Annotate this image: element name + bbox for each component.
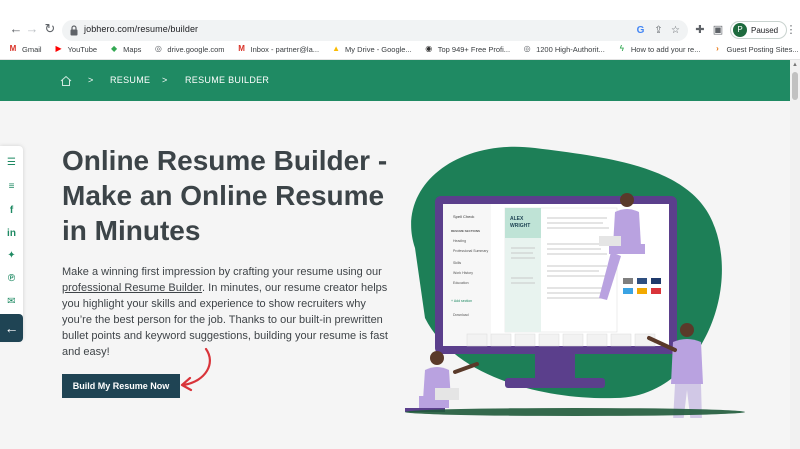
avatar: P: [733, 23, 747, 37]
bookmark-item[interactable]: ◎ 1200 High-Authorit...: [522, 44, 605, 54]
bookmark-label: My Drive - Google...: [345, 44, 412, 54]
bookmark-item[interactable]: ▶ YouTube: [54, 44, 98, 54]
bookmark-item[interactable]: ϟ How to add your re...: [617, 44, 701, 54]
lock-icon[interactable]: [70, 25, 78, 36]
hero-description-text: Make a winning first impression by craft…: [62, 266, 382, 278]
scrollbar-thumb[interactable]: [792, 72, 798, 100]
email-icon[interactable]: ✉: [5, 295, 18, 308]
hero-description: Make a winning first impression by craft…: [62, 264, 388, 360]
bookmark-label: Guest Posting Sites...: [726, 44, 799, 54]
forward-arrow-icon[interactable]: →: [24, 21, 40, 37]
spell-check-label: Spell Check: [453, 214, 474, 219]
section-skills: Skills: [453, 261, 461, 265]
social-share-sidebar: ☰ ≡ f in ✦ ℗ ✉: [0, 146, 23, 340]
section-work-history: Work History: [453, 271, 473, 275]
gmail-icon: M: [238, 44, 245, 53]
resume-builder-illustration: Spell Check RESUME SECTIONS Heading Prof…: [405, 146, 745, 418]
professional-resume-builder-link[interactable]: professional Resume Builder: [62, 282, 202, 294]
bookmark-item[interactable]: ◆ Maps: [109, 44, 141, 54]
youtube-icon: ▶: [55, 44, 62, 53]
bookmark-label: 1200 High-Authorit...: [536, 44, 605, 54]
browser-toolbar: ← → ↻ jobhero.com/resume/builder G ⇪ ☆ ✚…: [0, 0, 800, 41]
profile-status: Paused: [751, 25, 779, 35]
bookmark-label: Gmail: [22, 44, 42, 54]
page-content: > RESUME > RESUME BUILDER Online Resume …: [0, 60, 790, 449]
side-panel-icon[interactable]: ▣: [711, 23, 725, 37]
page-title: Online Resume Builder - Make an Online R…: [62, 145, 388, 246]
section-education: Education: [453, 281, 469, 285]
page-scrollbar[interactable]: ▲: [790, 60, 800, 449]
google-lens-icon[interactable]: G: [634, 24, 647, 37]
breadcrumb-separator: >: [162, 75, 168, 85]
bookmark-item[interactable]: M Gmail: [8, 44, 42, 54]
bookmark-item[interactable]: ◎ drive.google.com: [153, 44, 225, 54]
list-icon[interactable]: ≡: [5, 180, 18, 193]
facebook-icon[interactable]: f: [5, 204, 18, 217]
drive-icon: ▲: [332, 44, 340, 53]
build-my-resume-button[interactable]: Build My Resume Now: [62, 374, 180, 398]
collapse-sidebar-arrow-icon[interactable]: ←: [0, 314, 23, 342]
globe-icon: ◎: [154, 44, 162, 53]
bookmark-item[interactable]: ◉ Top 949+ Free Profi...: [424, 44, 510, 54]
bookmark-star-icon[interactable]: ☆: [669, 24, 682, 37]
resume-sections-heading: RESUME SECTIONS: [451, 229, 480, 233]
bookmark-label: Maps: [123, 44, 142, 54]
maps-icon: ◆: [111, 44, 118, 53]
bookmark-label: Top 949+ Free Profi...: [437, 44, 511, 54]
bookmark-label: YouTube: [67, 44, 98, 54]
bookmark-label: How to add your re...: [630, 44, 701, 54]
back-arrow-icon[interactable]: ←: [8, 21, 24, 37]
more-menu-icon[interactable]: ⋮: [784, 23, 798, 37]
bookmark-label: drive.google.com: [167, 44, 225, 54]
curved-arrow-icon: [180, 347, 211, 392]
browser-chrome: ← → ↻ jobhero.com/resume/builder G ⇪ ☆ ✚…: [0, 0, 800, 60]
breadcrumb: > RESUME > RESUME BUILDER: [0, 60, 790, 101]
twitter-icon[interactable]: ✦: [5, 249, 18, 262]
bookmark-label: Inbox - partner@la...: [250, 44, 320, 54]
reload-icon[interactable]: ↻: [42, 21, 58, 37]
bookmarks-bar: M Gmail ▶ YouTube ◆ Maps ◎ drive.google.com M Inb…: [0, 41, 800, 57]
breadcrumb-item-resume[interactable]: RESUME: [110, 75, 150, 85]
bookmark-item[interactable]: ▲ My Drive - Google...: [331, 44, 412, 54]
bookmark-item[interactable]: M Inbox - partner@la...: [237, 44, 319, 54]
section-heading: Heading: [453, 239, 466, 243]
profile-button[interactable]: P Paused: [730, 21, 788, 39]
resume-last-name: WRIGHT: [510, 223, 530, 229]
bolt-icon: ϟ: [619, 44, 624, 53]
scroll-up-arrow-icon[interactable]: ▲: [792, 62, 798, 68]
resume-first-name: ALEX: [510, 216, 524, 222]
share-icon[interactable]: ⇪: [652, 24, 665, 37]
breadcrumb-separator: >: [88, 75, 94, 85]
breadcrumb-item-resume-builder: RESUME BUILDER: [185, 75, 270, 85]
list-icon[interactable]: ☰: [5, 156, 18, 169]
home-icon[interactable]: [60, 75, 72, 87]
pinterest-icon[interactable]: ℗: [5, 272, 18, 285]
site-icon: ◉: [425, 44, 433, 53]
url-text: jobhero.com/resume/builder: [84, 24, 199, 34]
chevron-icon: ›: [716, 44, 719, 53]
globe-icon: ◎: [523, 44, 531, 53]
extensions-icon[interactable]: ✚: [693, 23, 707, 37]
section-professional-summary: Professional Summary: [453, 249, 488, 253]
bookmark-item[interactable]: › Guest Posting Sites...: [712, 44, 798, 54]
download-label: Download: [453, 313, 469, 317]
linkedin-icon[interactable]: in: [5, 227, 18, 240]
address-bar[interactable]: jobhero.com/resume/builder G ⇪ ☆: [62, 20, 688, 41]
add-section-label: + Add section: [451, 299, 472, 303]
gmail-icon: M: [9, 44, 17, 53]
